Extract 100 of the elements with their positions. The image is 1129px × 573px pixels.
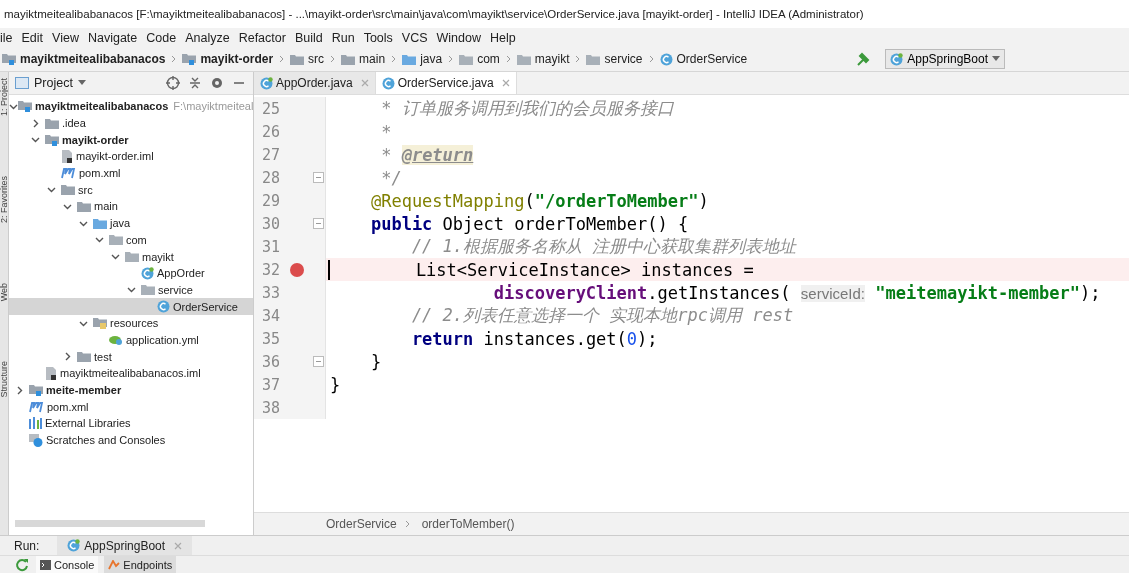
hammer-icon[interactable] xyxy=(855,51,872,67)
menu-item[interactable]: View xyxy=(52,30,84,45)
folder-icon xyxy=(516,53,531,65)
maven-icon xyxy=(61,167,76,180)
breakpoint-icon[interactable] xyxy=(290,262,304,277)
line-number: 26 xyxy=(260,122,280,141)
folder-icon xyxy=(402,53,417,65)
tree-item[interactable]: mayiktmeitealibabanacos F:\mayiktmeiteal xyxy=(9,98,253,115)
spring-class-icon xyxy=(890,52,904,66)
tree-item[interactable]: service xyxy=(9,281,253,299)
chevron-right-icon[interactable] xyxy=(15,385,24,395)
file-icon xyxy=(61,149,73,163)
spring-class-icon xyxy=(260,76,273,90)
tree-item-label: pom.xml xyxy=(79,167,121,180)
menu-item[interactable]: ile xyxy=(0,30,18,45)
tree-item-label: src xyxy=(78,183,93,196)
chevron-down-icon[interactable] xyxy=(47,185,56,195)
breadcrumb-item[interactable]: main xyxy=(341,52,386,66)
target-icon[interactable] xyxy=(165,75,181,91)
tool-tab[interactable]: Endpoints xyxy=(104,556,177,573)
fold-marker-icon[interactable] xyxy=(313,218,324,229)
menu-item[interactable]: Build xyxy=(294,30,328,45)
tree-item[interactable]: .idea xyxy=(9,114,253,132)
menu-item[interactable]: Code xyxy=(146,30,182,45)
chevron-down-icon[interactable] xyxy=(95,235,104,245)
tree-item[interactable]: resources xyxy=(9,314,253,332)
run-tab[interactable]: AppSpringBoot xyxy=(57,536,193,555)
run-configuration-dropdown[interactable]: AppSpringBoot xyxy=(885,49,1005,69)
scratch-icon xyxy=(29,433,43,447)
chevron-right-icon xyxy=(505,55,511,63)
line-number: 36 xyxy=(260,352,280,371)
fold-marker-icon[interactable] xyxy=(313,356,324,367)
scrollbar[interactable] xyxy=(15,520,205,527)
menu-item[interactable]: Navigate xyxy=(87,30,143,45)
window-title: mayiktmeitealibabanacos [F:\mayiktmeitealibabanacos] - ...\mayikt-order\src\main\java\com\mayikt\service\OrderService.java [mayikt-order] - IntelliJ IDEA (Administrator) xyxy=(0,0,1129,28)
breadcrumb-item[interactable]: com xyxy=(459,52,500,66)
tree-item[interactable]: pom.xml xyxy=(9,164,253,182)
breadcrumb-item[interactable]: OrderService xyxy=(326,517,397,531)
breadcrumb-item[interactable]: src xyxy=(290,52,325,66)
tree-item[interactable]: mayikt-order.iml xyxy=(9,148,253,165)
chevron-down-icon[interactable] xyxy=(127,285,136,295)
menu-item[interactable]: Tools xyxy=(363,30,398,45)
menu-item[interactable]: Run xyxy=(331,30,360,45)
chevron-right-icon xyxy=(648,55,654,63)
tree-item[interactable]: pom.xml xyxy=(9,398,253,416)
chevron-right-icon[interactable] xyxy=(31,118,40,128)
class-icon xyxy=(157,300,170,314)
window-icon xyxy=(15,77,29,89)
folder-icon xyxy=(77,351,91,363)
breadcrumb-item[interactable]: mayikt-order xyxy=(182,52,274,66)
tree-item[interactable]: Scratches and Consoles xyxy=(9,431,253,449)
settings-icon[interactable] xyxy=(209,75,225,91)
chevron-right-icon[interactable] xyxy=(63,352,72,362)
tree-item[interactable]: com xyxy=(9,231,253,249)
collapse-icon[interactable] xyxy=(187,75,203,91)
tree-item-label: main xyxy=(94,200,118,213)
code-line: // 1.根据服务名称从 注册中心获取集群列表地址 xyxy=(410,235,797,258)
folder-icon xyxy=(109,234,123,246)
menu-item[interactable]: Help xyxy=(490,30,521,45)
project-view-dropdown[interactable]: Project xyxy=(15,76,86,90)
breadcrumb-item[interactable]: mayiktmeitealibabanacos xyxy=(2,52,166,66)
tree-item[interactable]: application.yml xyxy=(9,331,253,349)
module-folder-icon xyxy=(2,53,16,65)
tree-item[interactable]: test xyxy=(9,348,253,365)
breadcrumb-item[interactable]: service xyxy=(586,52,643,66)
breadcrumb-item[interactable]: orderToMember() xyxy=(421,517,515,531)
code-line: } xyxy=(369,351,382,372)
menu-item[interactable]: Edit xyxy=(21,30,49,45)
rerun-icon[interactable] xyxy=(14,556,30,573)
tree-item-label: service xyxy=(158,283,193,296)
tree-item[interactable]: OrderService xyxy=(9,298,253,315)
folder-icon xyxy=(141,284,155,296)
tree-item-label: AppOrder xyxy=(157,267,205,280)
chevron-down-icon[interactable] xyxy=(31,135,40,145)
tree-item[interactable]: AppOrder xyxy=(9,264,253,282)
editor-tab[interactable]: OrderService.java xyxy=(375,72,517,94)
breadcrumb-item[interactable]: mayikt xyxy=(516,52,570,66)
menu-item[interactable]: VCS xyxy=(401,30,433,45)
breadcrumb-item[interactable]: OrderService xyxy=(659,52,748,66)
tool-tab[interactable]: Console xyxy=(36,556,99,573)
menu-item[interactable]: Window xyxy=(436,30,486,45)
tree-item[interactable]: mayikt-order xyxy=(9,131,253,149)
tree-item[interactable]: src xyxy=(9,181,253,199)
chevron-down-icon[interactable] xyxy=(111,252,120,262)
menu-item[interactable]: Refactor xyxy=(238,30,291,45)
tree-item[interactable]: meite-member xyxy=(9,381,253,399)
editor-tab[interactable]: AppOrder.java xyxy=(254,72,376,94)
tree-item[interactable]: mayikt xyxy=(9,248,253,265)
tree-item[interactable]: External Libraries xyxy=(9,415,253,432)
tree-item[interactable]: mayiktmeitealibabanacos.iml xyxy=(9,365,253,382)
tree-item[interactable]: main xyxy=(9,198,253,215)
chevron-right-icon xyxy=(171,55,177,63)
folder-icon xyxy=(341,53,356,65)
menu-item[interactable]: Analyze xyxy=(185,30,235,45)
breadcrumb-item[interactable]: java xyxy=(402,52,443,66)
tree-item[interactable]: java xyxy=(9,214,253,232)
fold-marker-icon[interactable] xyxy=(313,172,324,183)
tree-item-label: Scratches and Consoles xyxy=(46,434,166,447)
code-line: List<ServiceInstance> instances = xyxy=(414,259,754,280)
spring-class-icon xyxy=(141,266,154,280)
